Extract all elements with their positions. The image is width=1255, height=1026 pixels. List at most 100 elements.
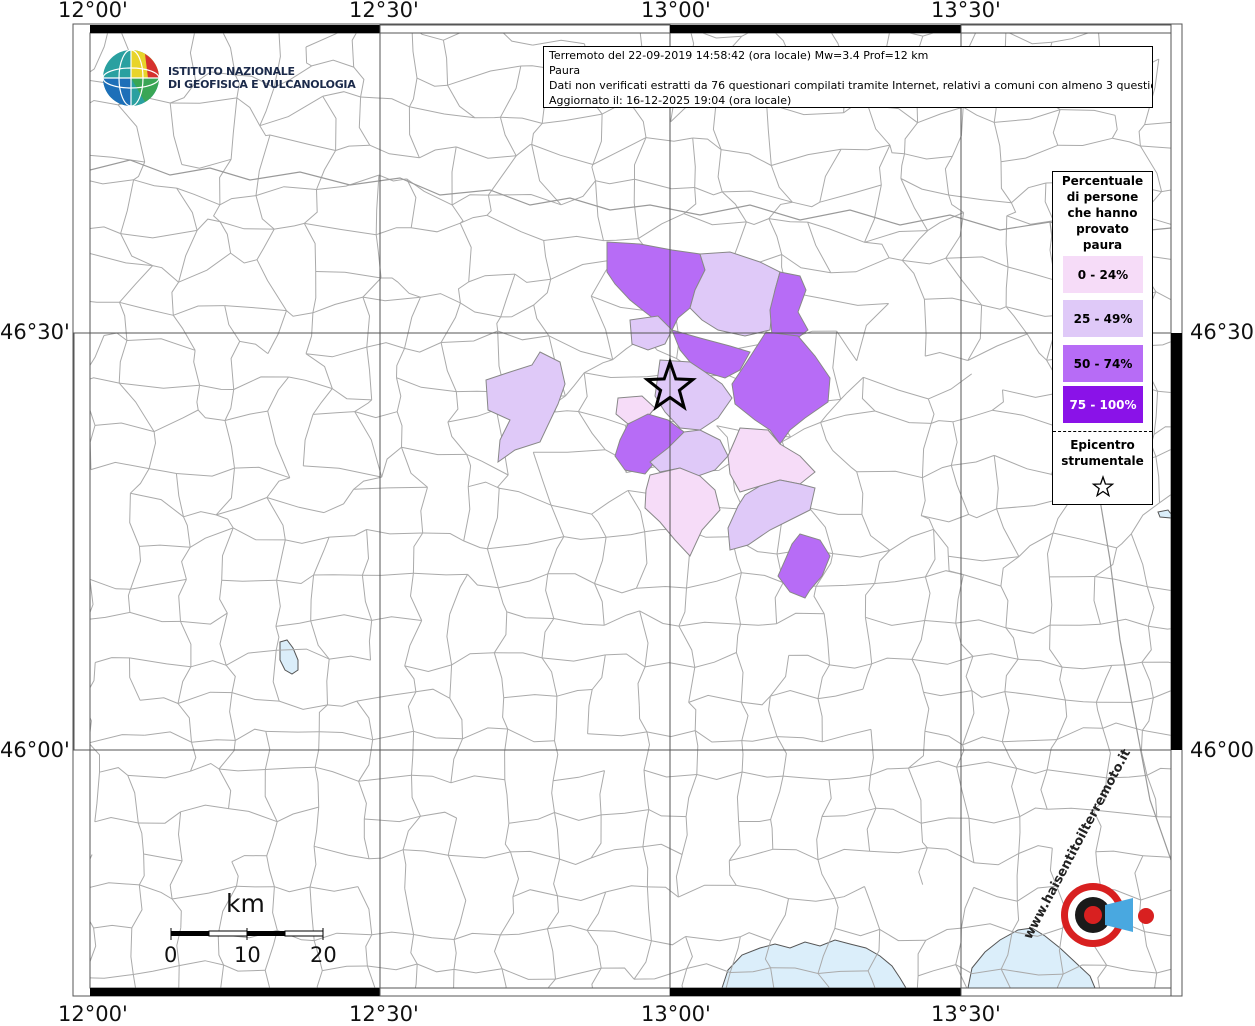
municipal-boundary-segment [218, 934, 223, 965]
municipal-boundary-segment [276, 580, 280, 626]
municipal-boundary-segment [830, 664, 872, 668]
municipal-boundary-segment [419, 147, 456, 158]
municipal-boundary-segment [220, 613, 227, 665]
municipal-boundary-segment [863, 664, 872, 689]
municipal-boundary-segment [773, 849, 818, 859]
municipal-boundary-segment [319, 732, 373, 740]
municipal-boundary-segment [902, 231, 927, 261]
municipal-boundary-segment [554, 619, 604, 626]
municipal-boundary-segment [606, 886, 648, 892]
municipal-boundary-segment [183, 1003, 225, 1007]
municipal-boundary-segment [1187, 391, 1205, 427]
municipal-boundary-segment [100, 768, 128, 776]
municipal-boundary-segment [982, 305, 1007, 309]
municipal-boundary-segment [513, 890, 558, 897]
municipal-boundary-segment [693, 138, 696, 188]
municipal-boundary-segment [992, 390, 1003, 411]
municipal-boundary-segment [128, 771, 191, 778]
municipal-boundary-segment [814, 586, 824, 614]
municipal-boundary-segment [951, 465, 968, 514]
municipal-boundary-segment [225, 421, 235, 469]
municipal-boundary-segment [448, 392, 458, 422]
municipal-boundary-segment [591, 847, 643, 858]
municipal-boundary-segment [634, 969, 687, 980]
municipal-boundary-segment [890, 145, 905, 154]
municipal-boundary-segment [565, 373, 584, 396]
ingv-logo-text: ISTITUTO NAZIONALE DI GEOFISICA E VULCAN… [168, 65, 355, 91]
municipal-boundary-segment [178, 692, 232, 703]
municipal-boundary-segment [511, 851, 560, 859]
municipal-boundary-segment [542, 114, 602, 123]
municipal-boundary-segment [463, 728, 508, 739]
municipal-boundary-segment [89, 735, 145, 743]
municipal-boundary-segment [1196, 332, 1204, 391]
municipal-boundary-segment [414, 935, 455, 940]
municipal-boundary-segment [695, 188, 723, 195]
legend-title: Percentuale di persone che hanno provato… [1053, 173, 1152, 253]
municipal-boundary-segment [770, 655, 788, 696]
municipal-boundary-segment [221, 965, 225, 1005]
municipal-boundary-segment [961, 887, 973, 928]
municipal-boundary-segment [1008, 267, 1055, 280]
municipal-boundary-segment [822, 808, 876, 816]
municipal-boundary-segment [274, 887, 310, 892]
municipal-boundary-segment [961, 924, 1012, 932]
municipal-boundary-segment [1002, 742, 1016, 769]
municipal-boundary-segment [268, 377, 289, 411]
municipal-boundary-segment [216, 515, 233, 528]
municipal-boundary-segment [872, 658, 912, 664]
municipal-boundary-segment [237, 98, 260, 126]
municipal-boundary-segment [1003, 390, 1057, 398]
municipal-boundary-segment [551, 505, 564, 536]
municipal-boundary-segment [956, 575, 964, 624]
municipal-boundary-segment [1185, 449, 1190, 489]
municipal-boundary-segment [880, 929, 926, 940]
municipal-boundary-segment [931, 421, 953, 424]
municipal-boundary-segment [1058, 138, 1113, 145]
municipal-boundary-segment [273, 887, 278, 931]
municipal-boundary-segment [314, 807, 319, 846]
municipal-boundary-segment [503, 698, 508, 729]
municipal-boundary-segment [145, 732, 192, 742]
municipal-boundary-segment [359, 775, 412, 781]
ingv-globe-icon [103, 50, 159, 106]
municipal-boundary-segment [971, 1006, 1007, 1011]
municipal-boundary-segment [601, 968, 634, 979]
municipal-boundary-segment [1145, 107, 1207, 125]
municipal-boundary-segment [928, 399, 934, 424]
municipal-boundary-segment [1060, 667, 1066, 700]
legend-epicenter-label: Epicentro strumentale [1053, 437, 1152, 469]
municipal-boundary-segment [277, 575, 314, 584]
municipal-boundary-segment [1147, 768, 1186, 775]
municipal-boundary-segment [498, 588, 506, 612]
municipal-boundary-segment [498, 574, 547, 588]
municipal-boundary-segment [443, 40, 447, 85]
municipal-boundary-segment [880, 145, 890, 185]
municipal-boundary-segment [139, 885, 172, 899]
municipal-boundary-segment [682, 969, 687, 1006]
municipal-boundary-segment [902, 258, 946, 264]
municipal-boundary-segment [1198, 690, 1203, 732]
municipal-boundary-segment [317, 151, 336, 190]
municipal-boundary-segment [74, 300, 120, 303]
municipal-boundary-segment [494, 612, 507, 653]
municipal-boundary-segment [198, 410, 225, 421]
municipal-boundary-segment [1141, 889, 1198, 900]
municipal-boundary-segment [173, 306, 224, 316]
municipal-boundary-segment [144, 854, 183, 861]
municipal-boundary-segment [441, 343, 456, 392]
municipal-boundary-segment [1060, 110, 1115, 116]
municipal-boundary-segment [833, 550, 890, 557]
municipal-boundary-segment [417, 964, 454, 972]
municipal-boundary-segment [636, 587, 686, 589]
municipal-boundary-segment [226, 665, 235, 692]
municipality-class-25-49 [486, 352, 565, 462]
municipal-boundary-segment [260, 87, 274, 125]
municipal-boundary-segment [1050, 625, 1063, 667]
municipal-boundary-segment [267, 498, 324, 513]
municipal-boundary-segment [921, 514, 969, 522]
municipal-boundary-segment [154, 410, 198, 432]
municipal-boundary-segment [644, 732, 650, 770]
municipal-boundary-segment [1012, 768, 1020, 816]
municipal-boundary-segment [557, 892, 605, 901]
